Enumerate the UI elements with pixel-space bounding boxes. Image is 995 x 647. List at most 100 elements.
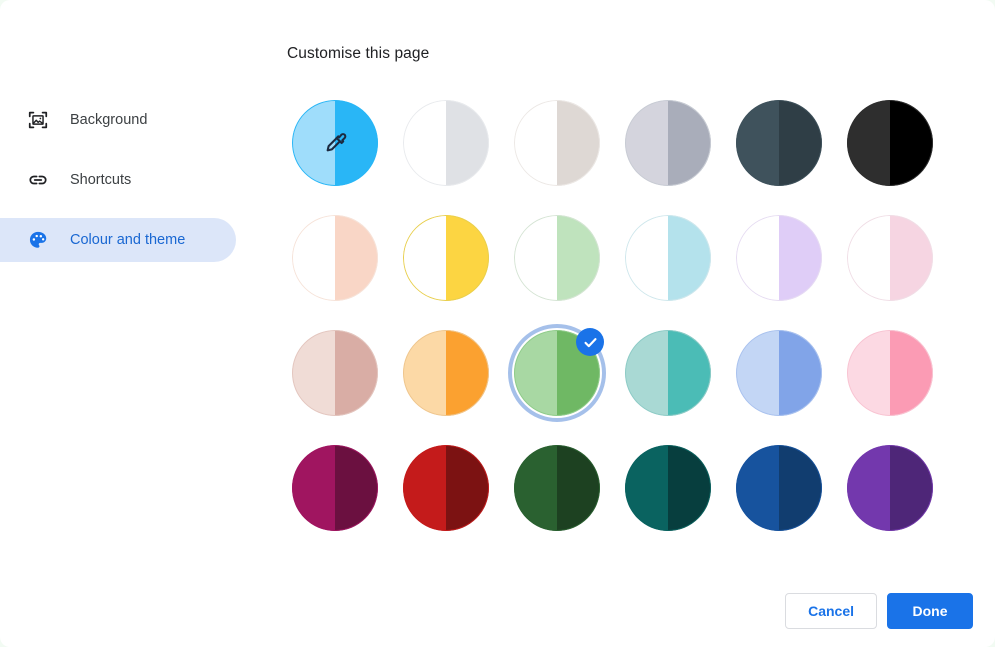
colour-swatch-cell xyxy=(625,100,736,215)
swatch-half-left xyxy=(736,330,779,416)
swatch-half-right xyxy=(779,100,822,186)
swatch-half-right xyxy=(446,445,489,531)
colour-swatch-pale-teal[interactable] xyxy=(625,330,711,416)
colour-swatch-cell xyxy=(625,215,736,330)
colour-swatch-slate-dark[interactable] xyxy=(736,100,822,186)
dialog-footer: Cancel Done xyxy=(785,593,973,629)
colour-swatch-white-pink[interactable] xyxy=(847,215,933,301)
swatch-half-right xyxy=(557,445,600,531)
colour-swatch-white-yellow[interactable] xyxy=(403,215,489,301)
swatch-half-right xyxy=(446,215,489,301)
swatch-half-left xyxy=(625,215,668,301)
page-title: Customise this page xyxy=(287,45,430,62)
colour-swatch-teal-dark[interactable] xyxy=(625,445,711,531)
colour-swatch-magenta-dark[interactable] xyxy=(292,445,378,531)
swatch-half-left xyxy=(625,445,668,531)
swatch-half-left xyxy=(403,445,446,531)
link-icon xyxy=(26,168,50,192)
swatch-half-left xyxy=(403,330,446,416)
swatch-half-right xyxy=(890,100,933,186)
swatch-half-right xyxy=(557,330,600,416)
swatch-half-right xyxy=(668,100,711,186)
colour-swatch-periwinkle-blue[interactable] xyxy=(736,330,822,416)
palette-icon xyxy=(26,228,50,252)
swatch-half-left xyxy=(292,100,335,186)
sidebar-item-background[interactable]: Background xyxy=(0,98,236,142)
colour-swatch-white-peach[interactable] xyxy=(292,215,378,301)
swatch-half-left xyxy=(514,445,557,531)
colour-swatch-pink-rose[interactable] xyxy=(847,330,933,416)
swatch-half-left xyxy=(514,100,557,186)
colour-swatch-cell xyxy=(847,445,958,560)
swatch-half-left xyxy=(625,100,668,186)
swatch-half-left xyxy=(403,215,446,301)
colour-swatch-cell xyxy=(403,330,514,445)
cancel-button[interactable]: Cancel xyxy=(785,593,877,629)
done-button[interactable]: Done xyxy=(887,593,973,629)
colour-row xyxy=(292,100,958,215)
swatch-half-right xyxy=(446,100,489,186)
colour-swatch-black[interactable] xyxy=(847,100,933,186)
swatch-half-right xyxy=(335,330,378,416)
colour-swatch-custom-colour-picker[interactable] xyxy=(292,100,378,186)
colour-swatch-white-lavender[interactable] xyxy=(736,215,822,301)
swatch-half-right xyxy=(779,330,822,416)
swatch-half-right xyxy=(668,215,711,301)
colour-swatch-cell xyxy=(736,215,847,330)
swatch-half-left xyxy=(625,330,668,416)
swatch-half-left xyxy=(736,215,779,301)
swatch-half-left xyxy=(736,445,779,531)
colour-row xyxy=(292,324,958,445)
swatch-half-left xyxy=(292,330,335,416)
colour-swatch-cell xyxy=(736,100,847,215)
colour-swatch-peach-orange[interactable] xyxy=(403,330,489,416)
swatch-half-left xyxy=(514,330,557,416)
swatch-half-right xyxy=(335,445,378,531)
sidebar: Background Shortcuts Colour and theme xyxy=(0,98,236,278)
colour-swatch-red-dark[interactable] xyxy=(403,445,489,531)
colour-swatch-cell xyxy=(514,100,625,215)
colour-swatch-cell xyxy=(508,324,625,445)
colour-swatch-cell xyxy=(514,445,625,560)
colour-swatch-mint-green[interactable] xyxy=(514,330,600,416)
colour-swatch-cell xyxy=(403,100,514,215)
swatch-half-right xyxy=(335,215,378,301)
colour-swatch-white-mint[interactable] xyxy=(514,215,600,301)
sidebar-item-colour-and-theme[interactable]: Colour and theme xyxy=(0,218,236,262)
colour-swatch-grid xyxy=(292,100,958,560)
colour-swatch-cell xyxy=(736,445,847,560)
swatch-half-left xyxy=(847,330,890,416)
swatch-half-right xyxy=(890,445,933,531)
swatch-half-left xyxy=(292,445,335,531)
colour-swatch-cell xyxy=(292,330,403,445)
colour-swatch-purple-dark[interactable] xyxy=(847,445,933,531)
colour-swatch-cell xyxy=(736,330,847,445)
swatch-half-right xyxy=(668,330,711,416)
colour-swatch-forest-green[interactable] xyxy=(514,445,600,531)
image-icon xyxy=(26,108,50,132)
swatch-half-right xyxy=(557,215,600,301)
colour-swatch-blush-rose[interactable] xyxy=(292,330,378,416)
swatch-half-left xyxy=(847,445,890,531)
colour-swatch-white-cyan[interactable] xyxy=(625,215,711,301)
swatch-half-left xyxy=(292,215,335,301)
sidebar-item-label: Background xyxy=(70,112,148,128)
colour-swatch-white-warm-grey[interactable] xyxy=(514,100,600,186)
swatch-half-left xyxy=(736,100,779,186)
colour-swatch-cell xyxy=(403,445,514,560)
sidebar-item-shortcuts[interactable]: Shortcuts xyxy=(0,158,236,202)
colour-swatch-cell xyxy=(847,100,958,215)
colour-swatch-cell xyxy=(625,445,736,560)
swatch-half-left xyxy=(847,100,890,186)
swatch-half-right xyxy=(335,100,378,186)
swatch-half-left xyxy=(514,215,557,301)
colour-swatch-light-grey-cool[interactable] xyxy=(625,100,711,186)
colour-swatch-cell xyxy=(292,445,403,560)
colour-swatch-white-grey[interactable] xyxy=(403,100,489,186)
swatch-half-right xyxy=(779,445,822,531)
sidebar-item-label: Colour and theme xyxy=(70,232,186,248)
colour-swatch-cell xyxy=(847,330,958,445)
swatch-half-right xyxy=(890,215,933,301)
colour-swatch-navy-blue[interactable] xyxy=(736,445,822,531)
colour-swatch-cell xyxy=(847,215,958,330)
